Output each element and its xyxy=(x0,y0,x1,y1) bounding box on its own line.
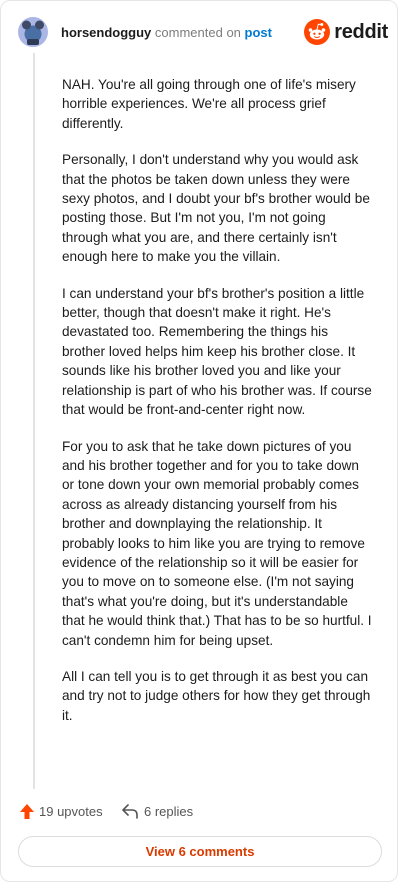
reply-arrow-icon xyxy=(122,804,138,819)
upvote-arrow-icon xyxy=(20,804,34,819)
commented-on-text: commented on xyxy=(154,25,241,40)
replies-count: 6 replies xyxy=(144,803,194,819)
reddit-logo-icon xyxy=(304,19,331,45)
comment-card: horsendogguy commented on post reddit NA… xyxy=(0,0,398,882)
comment-header: horsendogguy commented on post reddit xyxy=(18,15,388,51)
comment-body: NAH. You're all going through one of lif… xyxy=(62,75,374,742)
replies-button[interactable]: 6 replies xyxy=(121,803,193,819)
comment-paragraph: I can understand your bf's brother's pos… xyxy=(62,285,372,418)
reddit-brand[interactable]: reddit xyxy=(304,19,388,45)
upvote-button[interactable]: 19 upvotes xyxy=(19,803,103,820)
comment-paragraph: For you to ask that he take down picture… xyxy=(62,438,372,648)
thread-line xyxy=(33,53,35,789)
comment-meta: horsendogguy commented on post xyxy=(61,25,272,40)
comment-paragraph: Personally, I don't understand why you w… xyxy=(62,152,370,265)
view-comments-button[interactable]: View 6 comments xyxy=(18,836,382,867)
upvote-count: 19 upvotes xyxy=(39,804,103,819)
comment-paragraph: All I can tell you is to get through it … xyxy=(62,668,371,723)
username-link[interactable]: horsendogguy xyxy=(61,25,151,40)
comment-footer: 19 upvotes 6 replies xyxy=(19,803,379,823)
avatar-icon[interactable] xyxy=(18,17,48,47)
post-link[interactable]: post xyxy=(245,25,272,40)
reddit-wordmark: reddit xyxy=(334,20,388,43)
comment-paragraph: NAH. You're all going through one of lif… xyxy=(62,77,356,131)
